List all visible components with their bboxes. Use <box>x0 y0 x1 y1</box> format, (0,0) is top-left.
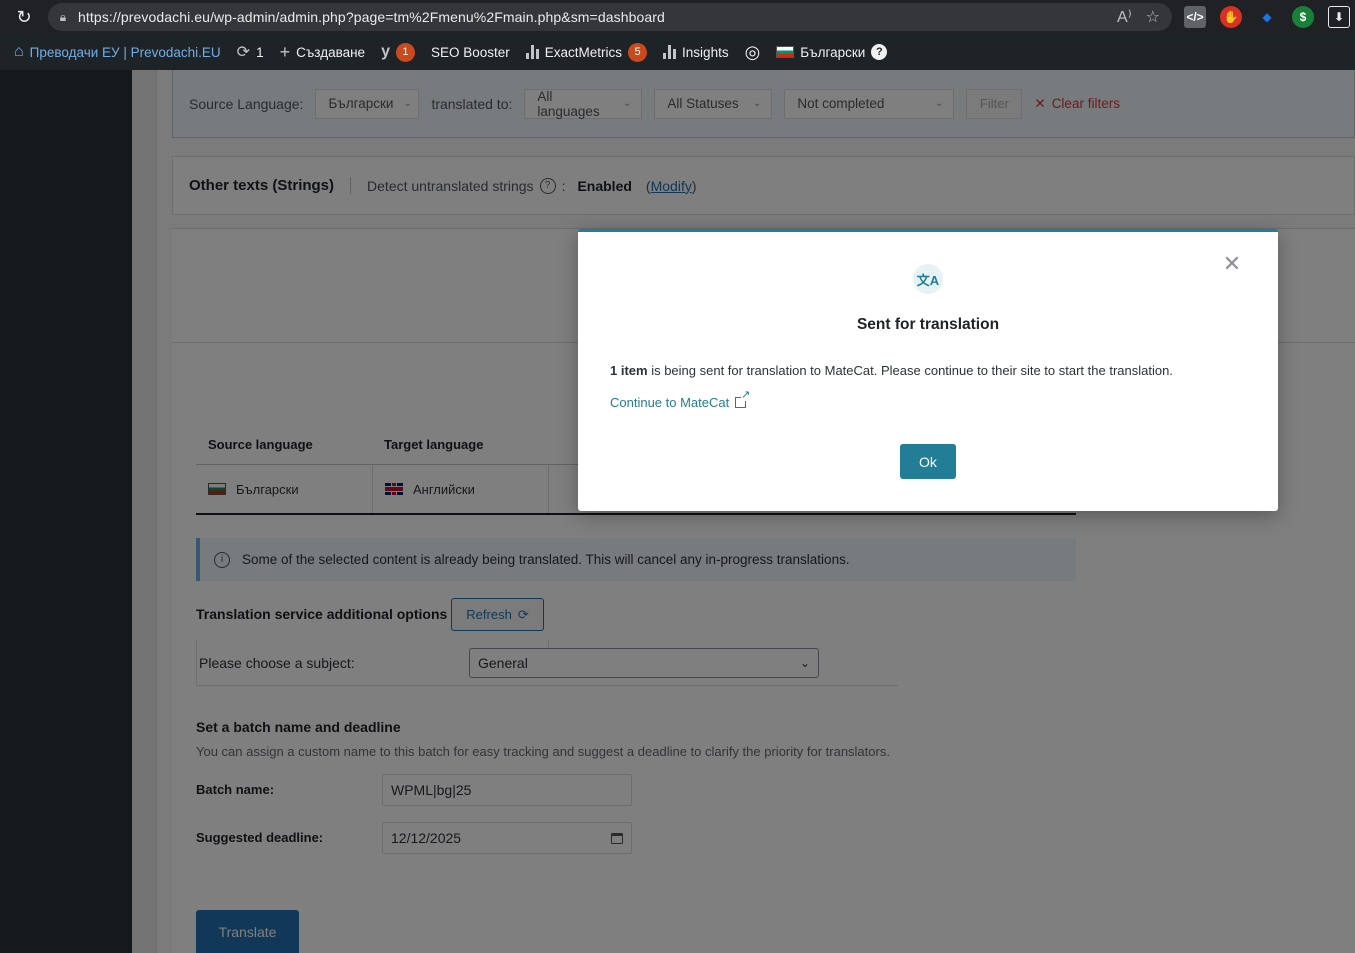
browser-toolbar: ↻ 🔒︎ https://prevodachi.eu/wp-admin/admi… <box>0 0 1355 34</box>
sent-for-translation-dialog: ✕ 文A Sent for translation 1 item is bein… <box>578 229 1278 511</box>
new-content-link[interactable]: + Създаване <box>272 34 373 70</box>
exactmetrics-label: ExactMetrics <box>544 44 623 60</box>
dialog-title: Sent for translation <box>856 316 1000 333</box>
site-home-link[interactable]: ⌂ Преводачи ЕУ | Prevodachi.EU <box>0 34 229 70</box>
continue-to-matecat-link[interactable]: Continue to MateCat <box>610 390 751 410</box>
favorite-star-icon[interactable]: ☆ <box>1146 7 1160 27</box>
close-icon[interactable]: ✕ <box>1222 253 1242 275</box>
home-icon: ⌂ <box>14 43 24 60</box>
external-link-icon <box>735 390 751 408</box>
address-bar[interactable]: 🔒︎ https://prevodachi.eu/wp-admin/admin.… <box>48 3 1172 31</box>
reload-icon[interactable]: ↻ <box>0 0 48 34</box>
updates-icon: ⟳ <box>236 44 251 61</box>
yoast-link[interactable]: y 1 <box>373 34 423 70</box>
translate-icon: 文A <box>913 264 943 294</box>
insights-link[interactable]: Insights <box>655 34 737 70</box>
continue-link-label: Continue to MateCat <box>610 395 730 410</box>
tag-extension-icon[interactable]: ◆ <box>1256 6 1278 28</box>
lock-icon[interactable]: 🔒︎ <box>48 10 78 25</box>
exactmetrics-bars-icon <box>525 45 539 59</box>
plus-icon: + <box>279 41 291 62</box>
ok-button[interactable]: Ok <box>900 444 956 479</box>
read-aloud-icon[interactable]: A⁾ <box>1117 7 1132 27</box>
stop-extension-icon[interactable]: ✋ <box>1220 6 1242 28</box>
language-label: Български <box>800 44 866 60</box>
updates-link[interactable]: ⟳ 1 <box>229 34 272 70</box>
bulgarian-flag-icon <box>776 46 795 58</box>
updates-count: 1 <box>256 44 264 60</box>
dialog-message-rest: is being sent for translation to MateCat… <box>647 363 1173 378</box>
seo-booster-label: SEO Booster <box>430 44 510 60</box>
insights-bars-icon <box>663 45 677 59</box>
code-extension-icon[interactable]: </> <box>1184 6 1206 28</box>
wp-admin-bar: ⌂ Преводачи ЕУ | Prevodachi.EU ⟳ 1 + Съз… <box>0 34 1355 70</box>
modal-overlay[interactable] <box>0 70 1355 953</box>
language-switcher[interactable]: Български ? <box>768 34 895 70</box>
quic-cloud-icon: ◎ <box>744 41 761 62</box>
yoast-count: 1 <box>395 42 415 62</box>
site-name: Преводачи ЕУ | Prevodachi.EU <box>29 44 221 60</box>
quic-cloud-link[interactable]: ◎ <box>737 34 769 70</box>
dialog-message: 1 item is being sent for translation to … <box>610 363 1173 378</box>
download-icon[interactable]: ⬇ <box>1328 6 1350 28</box>
exactmetrics-link[interactable]: ExactMetrics 5 <box>518 34 655 70</box>
item-count: 1 item <box>610 363 648 378</box>
insights-label: Insights <box>682 44 729 60</box>
seo-booster-link[interactable]: SEO Booster <box>423 34 518 70</box>
new-content-label: Създаване <box>296 44 366 60</box>
yoast-icon: y <box>381 43 390 60</box>
dollar-extension-icon[interactable]: $ <box>1292 6 1314 28</box>
address-url[interactable]: https://prevodachi.eu/wp-admin/admin.php… <box>78 9 665 25</box>
help-icon[interactable]: ? <box>871 44 888 60</box>
exactmetrics-count: 5 <box>628 42 648 62</box>
